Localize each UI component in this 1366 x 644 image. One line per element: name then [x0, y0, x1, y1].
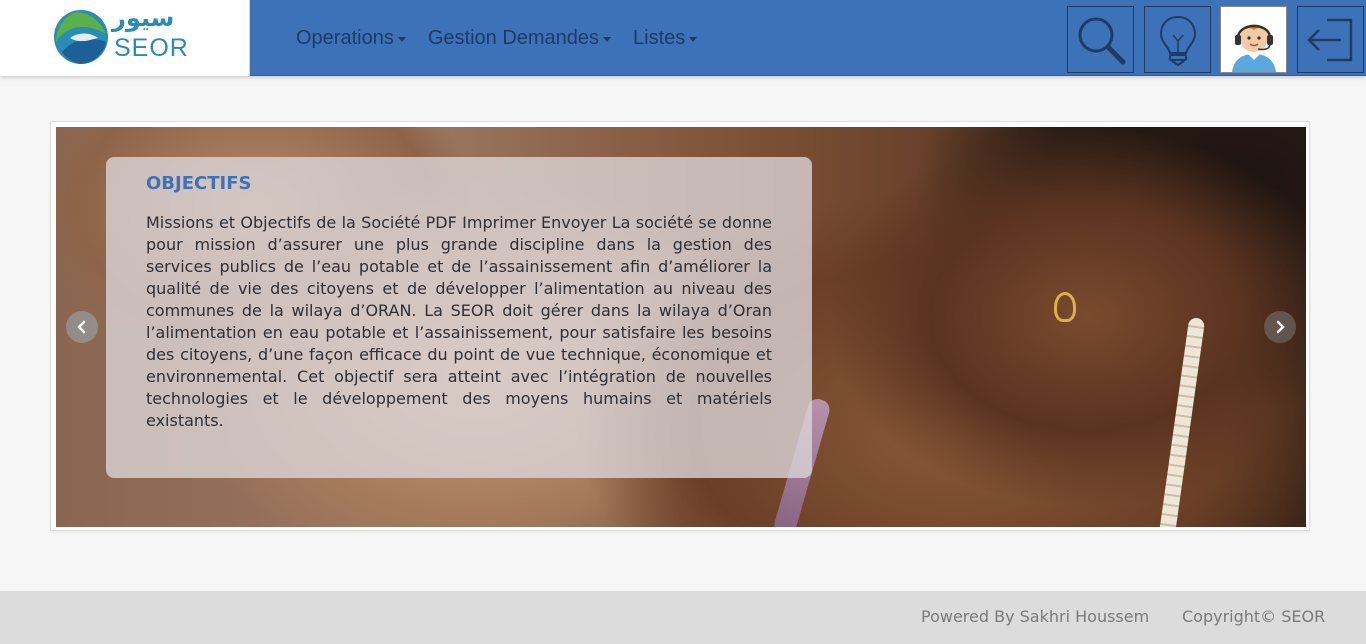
- footer-copyright: Copyright© SEOR: [1182, 607, 1326, 626]
- caret-down-icon: [603, 36, 612, 42]
- nav-item-listes[interactable]: Listes: [633, 26, 698, 50]
- nav-item-label: Listes: [633, 26, 686, 49]
- nav-item-label: Gestion Demandes: [427, 26, 600, 49]
- caption-title: OBJECTIFS: [146, 173, 252, 194]
- search-button[interactable]: [1067, 6, 1134, 73]
- nav-item-gestion-demandes[interactable]: Gestion Demandes: [427, 26, 612, 50]
- caret-down-icon: [689, 36, 698, 42]
- seor-logo-icon: [54, 10, 108, 64]
- carousel-caption: OBJECTIFS Missions et Objectifs de la So…: [106, 157, 812, 478]
- page-footer: Powered By Sakhri Houssem Copyright© SEO…: [0, 591, 1366, 644]
- support-button[interactable]: [1220, 6, 1287, 73]
- carousel-next-button[interactable]: [1264, 311, 1296, 343]
- support-agent-avatar: [1222, 8, 1285, 72]
- photo-detail: [1054, 292, 1076, 322]
- brand-logo[interactable]: سيور SEOR: [0, 0, 250, 76]
- nav-item-label: Operations: [296, 26, 394, 49]
- chevron-right-icon: [1276, 320, 1285, 334]
- chevron-left-icon: [77, 320, 86, 334]
- photo-detail: [1158, 316, 1206, 527]
- carousel-prev-button[interactable]: [66, 311, 98, 343]
- brand-latin-name: SEOR: [114, 34, 189, 62]
- carousel-panel: OBJECTIFS Missions et Objectifs de la So…: [50, 121, 1310, 531]
- lightbulb-icon: [1159, 15, 1196, 66]
- caption-text: Missions et Objectifs de la Société PDF …: [146, 213, 772, 430]
- footer-powered-by: Powered By Sakhri Houssem: [921, 607, 1150, 626]
- search-icon: [1078, 17, 1125, 64]
- top-header: سيور SEOR Operations Gestion Demandes Li…: [0, 0, 1366, 76]
- main-nav: Operations Gestion Demandes Listes: [296, 0, 698, 76]
- logout-button[interactable]: [1297, 6, 1364, 73]
- logout-icon: [1306, 18, 1352, 61]
- caret-down-icon: [397, 36, 406, 42]
- carousel-slide-image: OBJECTIFS Missions et Objectifs de la So…: [56, 127, 1306, 527]
- idea-button[interactable]: [1144, 6, 1211, 73]
- brand-arabic-name: سيور: [112, 4, 175, 32]
- nav-item-operations[interactable]: Operations: [296, 27, 406, 50]
